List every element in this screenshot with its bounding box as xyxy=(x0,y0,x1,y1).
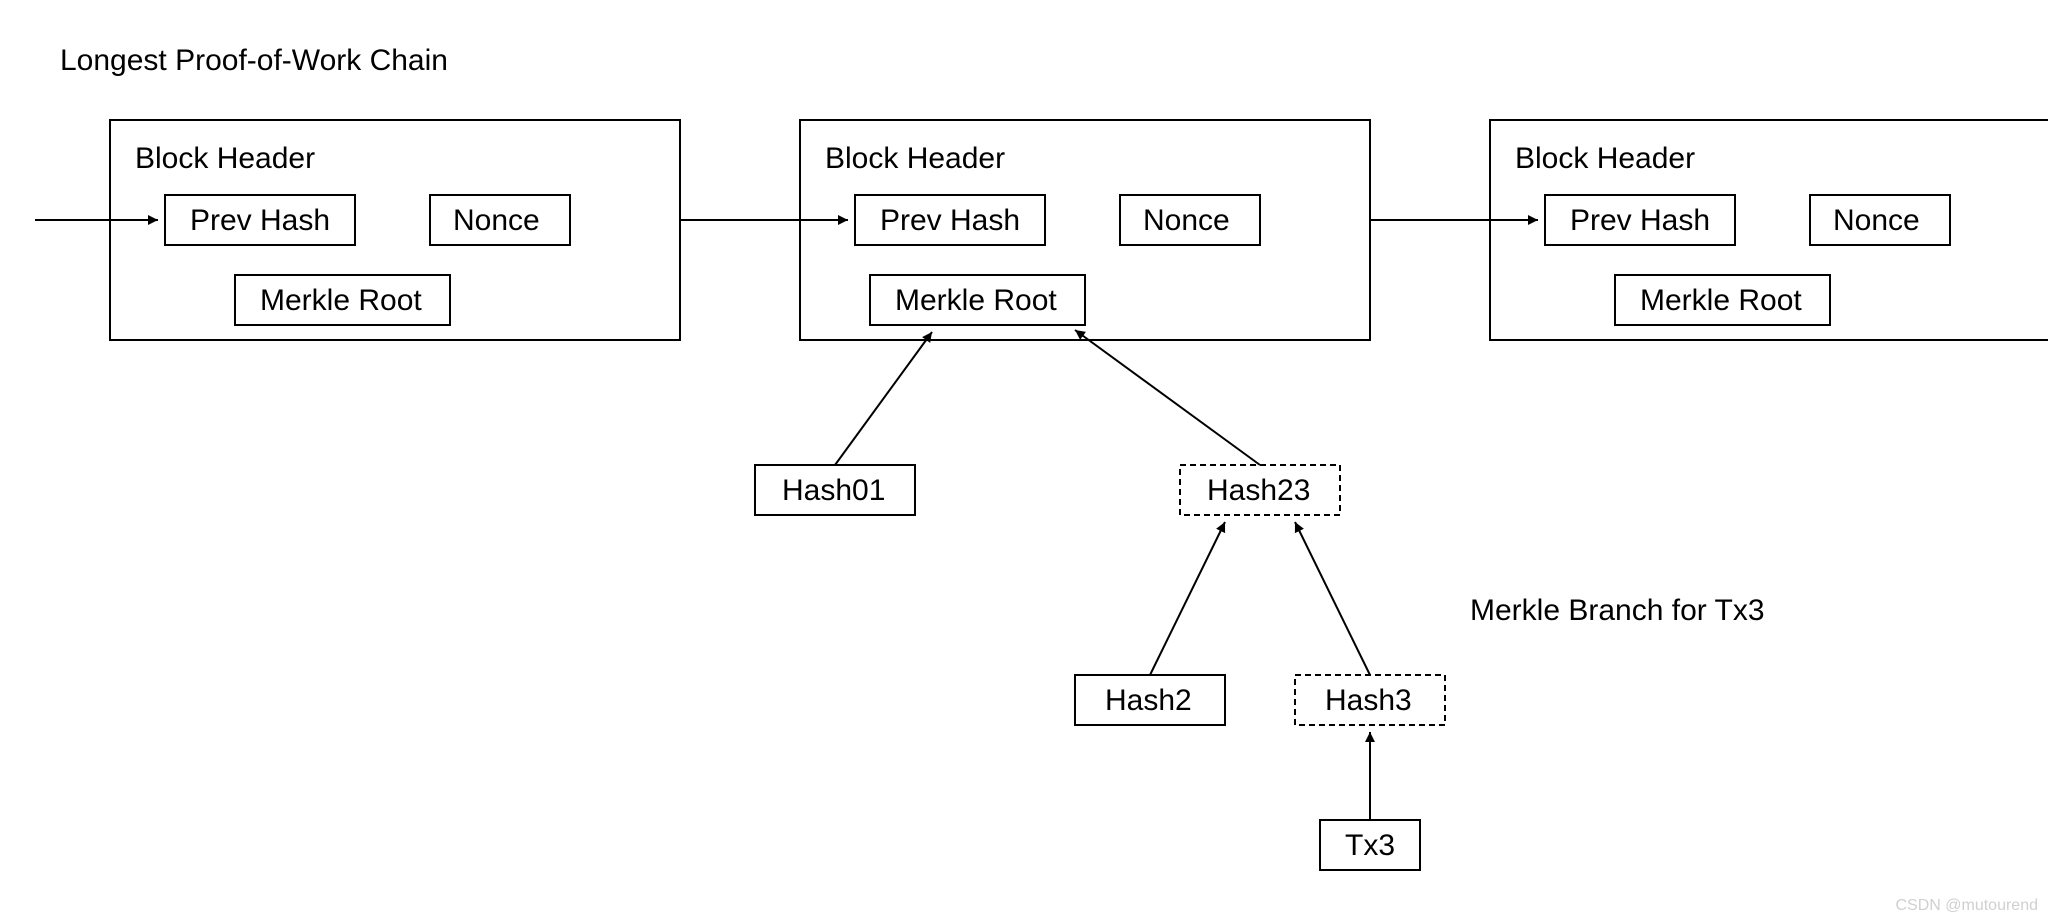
watermark: CSDN @mutourend xyxy=(1895,897,2038,914)
arrow-hash23-to-root xyxy=(1075,330,1260,465)
arrow-hash2-to-hash23 xyxy=(1150,522,1225,675)
hash2-label: Hash2 xyxy=(1105,684,1192,717)
hash01-label: Hash01 xyxy=(782,474,885,507)
arrow-hash01-to-root xyxy=(835,332,932,465)
block-2-prev-hash-label: Prev Hash xyxy=(880,204,1020,237)
block-3-merkle-root-label: Merkle Root xyxy=(1640,284,1802,317)
block-1-header-label: Block Header xyxy=(135,142,315,175)
block-1: Block Header Prev Hash Nonce Merkle Root xyxy=(110,120,680,340)
block-1-nonce-label: Nonce xyxy=(453,204,540,237)
block-2-merkle-root-label: Merkle Root xyxy=(895,284,1057,317)
block-3-nonce-label: Nonce xyxy=(1833,204,1920,237)
diagram-title: Longest Proof-of-Work Chain xyxy=(60,44,448,77)
block-3: Block Header Prev Hash Nonce Merkle Root xyxy=(1490,120,2048,340)
block-1-merkle-root-label: Merkle Root xyxy=(260,284,422,317)
hash23-label: Hash23 xyxy=(1207,474,1310,507)
arrow-hash3-to-hash23 xyxy=(1295,522,1370,675)
block-3-header-label: Block Header xyxy=(1515,142,1695,175)
tx3-label: Tx3 xyxy=(1345,829,1395,862)
diagram-canvas: Longest Proof-of-Work Chain Block Header… xyxy=(0,0,2048,918)
block-2: Block Header Prev Hash Nonce Merkle Root xyxy=(800,120,1370,340)
block-1-prev-hash-label: Prev Hash xyxy=(190,204,330,237)
hash3-label: Hash3 xyxy=(1325,684,1412,717)
block-2-header-label: Block Header xyxy=(825,142,1005,175)
merkle-branch-label: Merkle Branch for Tx3 xyxy=(1470,594,1765,627)
block-3-prev-hash-label: Prev Hash xyxy=(1570,204,1710,237)
block-2-nonce-label: Nonce xyxy=(1143,204,1230,237)
